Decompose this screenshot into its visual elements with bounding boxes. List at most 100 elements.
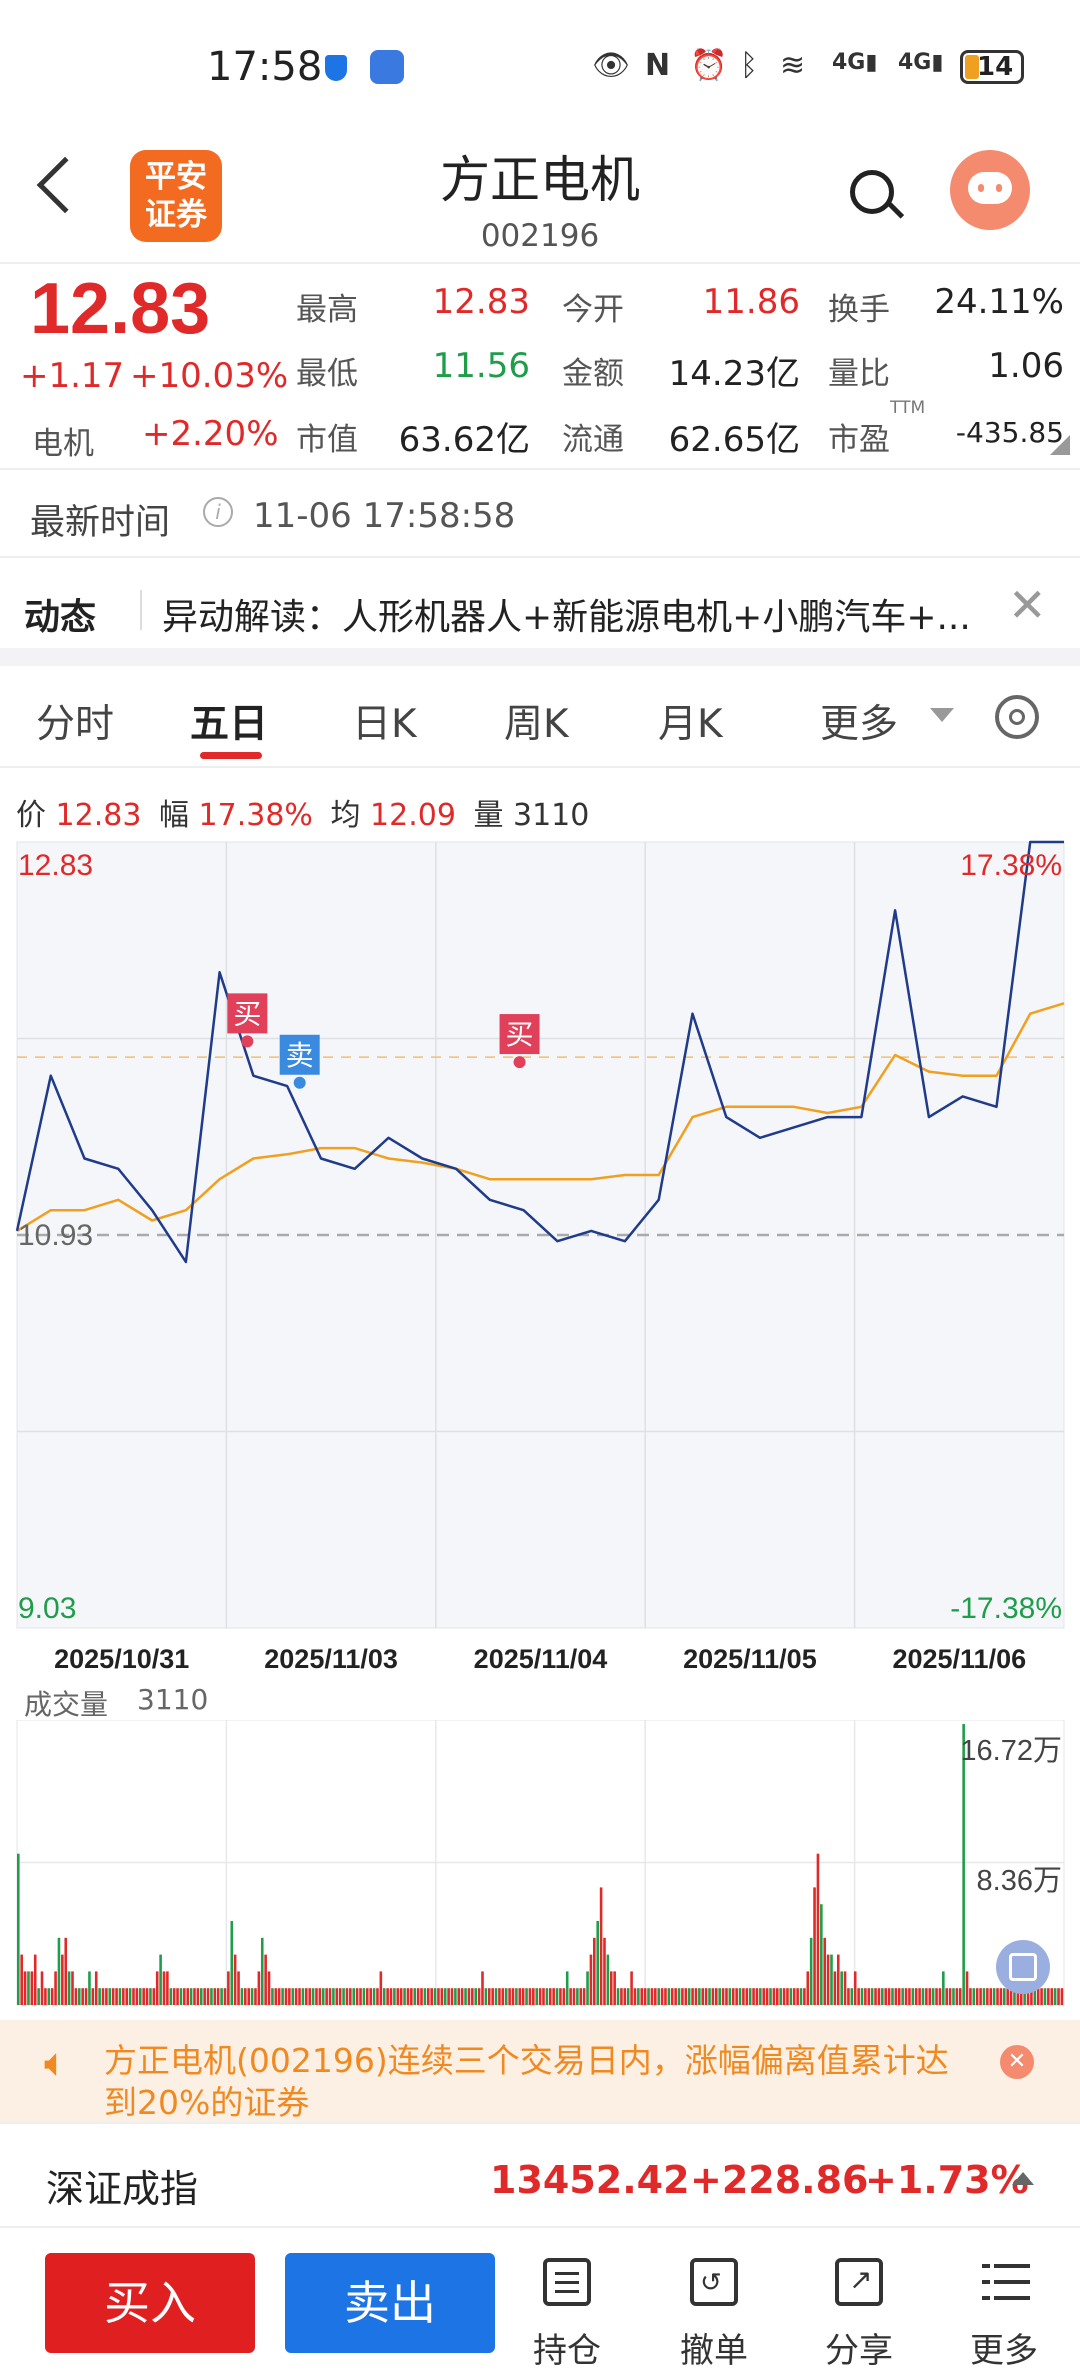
volume-bar [521, 1988, 525, 2005]
more-menu-icon[interactable] [982, 2260, 1030, 2308]
tab-intraday[interactable]: 分时 [36, 693, 114, 749]
buy-button[interactable]: 买入 [45, 2253, 255, 2353]
volume-bar [677, 1988, 681, 2005]
volume-bar [423, 1988, 427, 2005]
volume-bar [491, 1988, 494, 2005]
volume-bar [233, 1954, 237, 2005]
expand-corner-icon[interactable] [1050, 435, 1070, 455]
volume-bar [877, 1988, 881, 2005]
sector-name[interactable]: 电机 [32, 418, 94, 463]
volume-bar [999, 1988, 1003, 2005]
news-ticker[interactable]: 异动解读：人形机器人+新能源电机+小鹏汽车+... [162, 588, 1002, 640]
volume-bar [792, 1988, 796, 2005]
index-name[interactable]: 深证成指 [46, 2158, 198, 2213]
volume-bar [820, 1904, 823, 2005]
volume-bar [464, 1988, 467, 2005]
volume-bar [579, 1988, 583, 2005]
divider [0, 262, 1080, 264]
volume-bar [687, 1988, 691, 2005]
volume-bar [271, 1988, 274, 2005]
volume-bar [982, 1988, 986, 2005]
volume-bar [71, 1971, 74, 2005]
nav-share[interactable]: 分享 [825, 2323, 893, 2372]
fullscreen-icon[interactable] [996, 1940, 1050, 1994]
signal-4g-icon-2: 4G▮ [898, 50, 944, 75]
volume-bar [759, 1988, 762, 2005]
volume-bar [206, 1988, 210, 2005]
volume-bar [155, 1971, 159, 2005]
volume-bar [809, 1937, 813, 2005]
search-icon[interactable] [850, 170, 894, 214]
volume-bar [715, 1988, 718, 2005]
volume-bar [901, 1988, 904, 2005]
nav-cancel-order[interactable]: 撤单 [680, 2323, 748, 2372]
volume-bar [911, 1988, 915, 2005]
sector-change-pct[interactable]: +2.20% [142, 414, 279, 454]
volume-bar [925, 1988, 928, 2005]
volume-bar [152, 1988, 156, 2005]
volume-bar [538, 1988, 542, 2005]
status-time: 17:58 [207, 44, 323, 90]
volume-bar [291, 1988, 295, 2005]
close-icon[interactable]: ✕ [1000, 2045, 1034, 2079]
volume-bar [301, 1988, 305, 2005]
volume-bar [54, 1971, 57, 2005]
holdings-icon[interactable] [543, 2258, 591, 2306]
tab-more[interactable]: 更多 [820, 693, 898, 749]
volume-bar [1003, 1988, 1006, 2005]
volume-bar [108, 1988, 112, 2005]
share-icon[interactable]: ↗ [835, 2258, 883, 2306]
volume-bar [562, 1988, 566, 2005]
index-change: +228.86 [690, 2158, 869, 2202]
stat-label: 最高 [296, 292, 358, 328]
volume-bar [643, 1988, 647, 2005]
volume-bar [450, 1988, 454, 2005]
cancel-order-icon[interactable]: ↺ [690, 2258, 738, 2306]
chevron-down-icon [930, 708, 954, 722]
tab-weekly-k[interactable]: 周K [504, 693, 569, 749]
avg-info-label: 均 [330, 798, 361, 833]
price-change: +1.17 [20, 356, 125, 396]
assistant-avatar[interactable] [950, 150, 1030, 230]
volume-bar [836, 1954, 840, 2005]
volume-bar [508, 1988, 511, 2005]
update-label: 最新时间 [30, 503, 171, 543]
volume-bar [775, 1988, 779, 2005]
volume-bar [799, 1988, 803, 2005]
volume-bar [315, 1988, 318, 2005]
volume-bar [379, 1971, 383, 2005]
volume-bar [260, 1937, 264, 2005]
volume-bar [481, 1971, 484, 2005]
volume-bar [599, 1887, 603, 2005]
sell-button[interactable]: 卖出 [285, 2253, 495, 2353]
volume-bar [376, 1988, 379, 2005]
price-info-value: 12.83 [55, 798, 142, 833]
volume-bar [410, 1988, 413, 2005]
volume-bar [477, 1988, 481, 2005]
volume-bar [965, 1971, 969, 2005]
volume-bar [240, 1988, 244, 2005]
volume-bar [979, 1988, 982, 2005]
tab-five-day[interactable]: 五日 [190, 693, 268, 749]
price-chart[interactable]: 买卖买12.83 17.38%10.939.03 -17.38%2025/10/31… [0, 830, 1080, 1680]
nav-holdings[interactable]: 持仓 [533, 2323, 601, 2372]
chevron-up-icon[interactable] [1012, 2172, 1034, 2185]
volume-bar [596, 1921, 599, 2005]
volume-bar [806, 1971, 810, 2005]
volume-bar [725, 1988, 728, 2005]
volume-bar [437, 1988, 440, 2005]
nav-more[interactable]: 更多 [970, 2323, 1038, 2372]
tab-monthly-k[interactable]: 月K [658, 693, 723, 749]
tab-daily-k[interactable]: 日K [352, 693, 417, 749]
gear-icon[interactable] [995, 695, 1039, 739]
volume-bar [416, 1988, 420, 2005]
volume-bar [616, 1988, 620, 2005]
info-icon[interactable]: i [203, 497, 233, 527]
volume-bar [816, 1853, 820, 2005]
close-icon[interactable]: ✕ [1008, 578, 1047, 632]
volume-bar [803, 1988, 806, 2005]
volume-bar [369, 1988, 372, 2005]
vol-info-value: 3110 [513, 798, 590, 833]
active-tab-indicator [200, 752, 262, 759]
update-time: 11-06 17:58:58 [253, 496, 516, 536]
